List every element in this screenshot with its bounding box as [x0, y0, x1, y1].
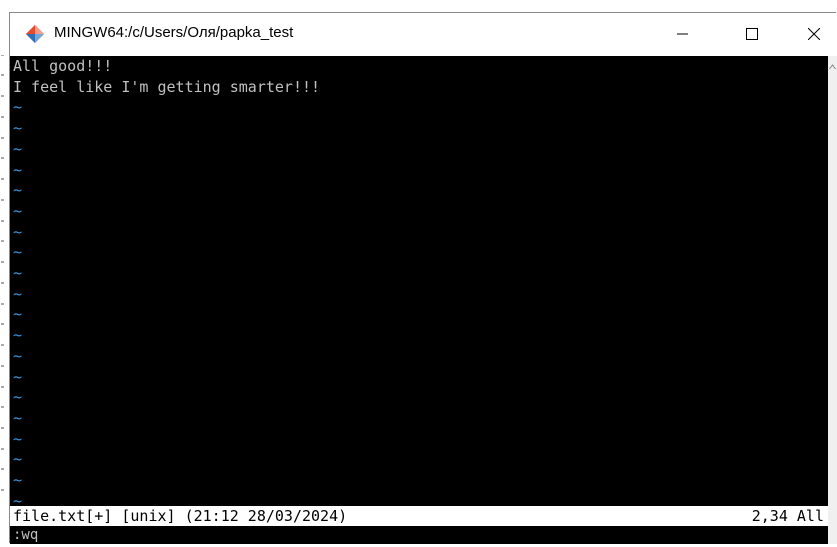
- empty-line-marker: ~: [13, 367, 23, 386]
- terminal-window: MINGW64:/c/Users/Оля/papka_test All good…: [9, 12, 837, 544]
- minimize-icon: [677, 25, 689, 44]
- vertical-scrollbar[interactable]: [828, 56, 837, 544]
- close-button[interactable]: [791, 13, 837, 56]
- title-bar[interactable]: MINGW64:/c/Users/Оля/papka_test: [10, 13, 836, 56]
- cursor-position: 2,34 All: [751, 507, 824, 525]
- empty-line-marker: ~: [13, 471, 23, 489]
- empty-line-marker: ~: [13, 346, 23, 365]
- buffer-line: I feel like I'm getting smarter!!!: [13, 77, 321, 96]
- maximize-button[interactable]: [729, 13, 775, 56]
- empty-line-marker: ~: [13, 388, 23, 407]
- empty-line-marker: ~: [13, 139, 23, 158]
- empty-line-marker: ~: [13, 119, 23, 138]
- empty-line-marker: ~: [13, 408, 23, 427]
- empty-line-marker: ~: [13, 181, 23, 200]
- empty-line-marker: ~: [13, 450, 23, 469]
- empty-line-marker: ~: [13, 264, 23, 282]
- empty-line-marker: ~: [13, 326, 23, 345]
- empty-line-marker: ~: [13, 201, 23, 220]
- background-window-edge: [0, 54, 9, 543]
- window-title: MINGW64:/c/Users/Оля/papka_test: [54, 24, 294, 41]
- command-line[interactable]: :wq: [13, 527, 38, 543]
- scroll-up-arrow-icon[interactable]: [829, 58, 836, 70]
- empty-line-marker: ~: [13, 222, 23, 241]
- empty-line-marker: ~: [13, 429, 23, 448]
- file-status: file.txt[+] [unix] (21:12 28/03/2024): [13, 507, 348, 525]
- empty-line-marker: ~: [13, 305, 23, 324]
- close-icon: [807, 25, 821, 44]
- minimize-button[interactable]: [660, 13, 706, 56]
- empty-line-marker: ~: [13, 243, 23, 262]
- buffer-line: All good!!!: [13, 57, 113, 75]
- empty-line-marker: ~: [13, 98, 23, 117]
- terminal-area[interactable]: All good!!! I feel like I'm getting smar…: [10, 56, 828, 544]
- maximize-icon: [746, 25, 758, 44]
- empty-line-marker: ~: [13, 160, 23, 179]
- vim-status-line: file.txt[+] [unix] (21:12 28/03/2024) 2,…: [10, 506, 828, 526]
- git-bash-diamond-icon: [25, 24, 45, 44]
- empty-line-marker: ~: [13, 284, 23, 303]
